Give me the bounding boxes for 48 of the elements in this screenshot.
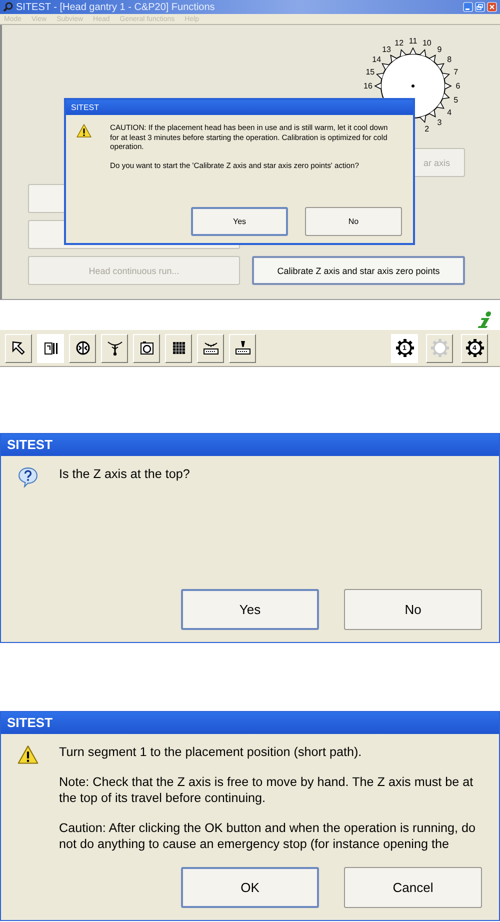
dial-label: 7 [454, 68, 458, 77]
toolbar-button[interactable] [101, 334, 128, 362]
info-icon[interactable] [478, 311, 492, 329]
dial-label: 9 [437, 45, 442, 54]
dialog-button[interactable]: Yes [191, 207, 288, 236]
toolbar-button[interactable] [229, 334, 256, 362]
gear-icon [430, 338, 450, 358]
message-text: Is the Z axis at the top? [59, 466, 191, 482]
message-text: Turn segment 1 to the placement position (short path). [59, 744, 363, 760]
dialog-title: SITEST [66, 100, 413, 115]
dial-label: 6 [456, 82, 460, 90]
dial-label: 12 [394, 38, 404, 48]
dialog-title: SITEST [1, 712, 499, 734]
toolbar-button[interactable] [133, 334, 160, 362]
close-icon[interactable] [487, 2, 497, 12]
dial-label: 15 [366, 68, 375, 77]
warning-icon [17, 744, 39, 766]
function-button[interactable]: Calibrate Z axis and star axis zero points [252, 256, 465, 285]
dialog-button[interactable]: No [344, 589, 482, 630]
dial-label: 10 [422, 38, 432, 48]
restore-icon[interactable] [475, 2, 485, 12]
dial-label: 11 [408, 36, 418, 46]
minimize-icon[interactable] [463, 2, 473, 12]
toolbar-button[interactable] [197, 334, 224, 362]
toolbar-button[interactable] [5, 334, 32, 362]
dial-label: 8 [447, 55, 452, 64]
dial-label: 4 [447, 108, 452, 117]
dialog-button[interactable]: Yes [181, 589, 319, 630]
warning-icon [76, 123, 92, 139]
dial-label: 16 [364, 82, 372, 90]
dial-label: 2 [424, 124, 430, 134]
dial-label: 3 [437, 118, 442, 127]
window-title: SITEST - [Head gantry 1 - C&P20] Functions [16, 2, 215, 12]
dial-label: 13 [382, 45, 391, 54]
dialog-title: SITEST [1, 434, 499, 456]
toolbar-button[interactable] [69, 334, 96, 362]
dialog-button[interactable]: Cancel [344, 867, 482, 908]
toolbar-button[interactable] [165, 334, 192, 362]
message-text: Note: Check that the Z axis is free to move by hand. The Z axis must be at the top of its travel before continuing. [59, 774, 474, 806]
dialog-button[interactable]: No [305, 207, 402, 236]
gear-icon [464, 338, 484, 358]
gear-icon [394, 338, 414, 358]
dialog-button[interactable]: OK [181, 867, 319, 908]
dial-label: 14 [372, 55, 382, 64]
toolbar-button[interactable] [37, 334, 64, 362]
dial-label: 5 [454, 95, 458, 104]
question-icon [17, 466, 39, 488]
message-text: Caution: After clicking the OK button and when the operation is running, do not do anything to cause an emergency stop (for instance opening the [59, 820, 477, 852]
